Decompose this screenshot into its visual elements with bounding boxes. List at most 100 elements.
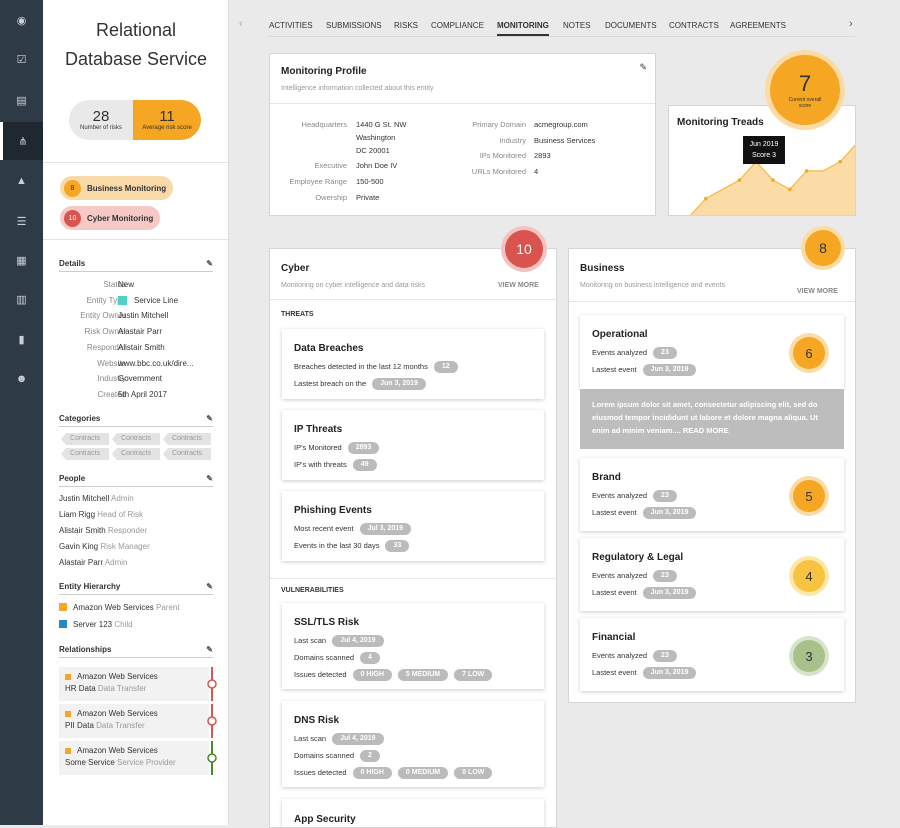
monitoring-treads-card: Monitoring Treads Jun 2019 Score 3 — [668, 105, 856, 216]
chevron-right-icon[interactable]: › — [849, 18, 853, 30]
category-chip[interactable]: Contracts — [61, 433, 109, 445]
relationship-arrow-icon — [207, 704, 217, 738]
chart-icon[interactable]: ▮ — [0, 320, 43, 358]
category-chip[interactable]: Contracts — [112, 433, 160, 445]
trend-point[interactable] — [838, 159, 842, 164]
risk-score-summary: 28 Number of risks 11 Average risk score — [69, 100, 201, 140]
person-item[interactable]: Alastair Parr Admin — [59, 558, 127, 567]
tab-agreements[interactable]: AGREEMENTS — [730, 21, 786, 30]
app-security-panel[interactable]: App Security — [282, 799, 544, 827]
card-title: Cyber — [281, 263, 310, 274]
person-item[interactable]: Justin Mitchell Admin — [59, 494, 134, 503]
issue-badge: 0 HIGH — [352, 767, 392, 779]
trend-point[interactable] — [771, 178, 775, 182]
profile-label: IPs Monitored — [479, 151, 526, 160]
trend-point[interactable] — [804, 169, 809, 173]
profile-value: 1440 G St. NW — [356, 120, 407, 129]
person-item[interactable]: Liam Rigg Head of Risk — [59, 510, 143, 519]
vulnerability-panel[interactable]: DNS Risk Last scan Jul 4, 2019 Domains scan… — [282, 701, 544, 787]
issue-badge: 0 LOW — [454, 767, 493, 779]
tab-monitoring[interactable]: MONITORING — [497, 21, 549, 36]
detail-row: Entity Type Service Line — [86, 295, 179, 305]
table-icon[interactable]: ▥ — [0, 280, 43, 318]
vulnerability-panel[interactable]: SSL/TLS Risk Last scan Jul 4, 2019 Domains … — [282, 603, 544, 689]
business-item-panel[interactable]: Operational Events analyzed 23 Lastest even… — [580, 315, 844, 389]
nav-rail: ◉ ☑ ▤ ⋔ ▲ ☰ ▦ ▥ ▮ ☻ — [0, 0, 43, 825]
business-item-panel[interactable]: Financial Events analyzed 23 Lastest event J… — [580, 618, 844, 691]
trend-point[interactable] — [704, 196, 708, 201]
view-more-link[interactable]: VIEW MORE — [498, 282, 539, 289]
value-badge: Jun 3, 2019 — [642, 587, 697, 599]
relationships-header: Relationships ✎ — [59, 645, 213, 658]
trend-point[interactable] — [788, 187, 792, 192]
tab-submissions[interactable]: SUBMISSIONS — [326, 21, 382, 30]
category-chip[interactable]: Contracts — [112, 448, 160, 460]
read-more-link[interactable]: READ MORE — [683, 426, 729, 435]
check-icon[interactable]: ☑ — [0, 40, 43, 78]
warning-icon[interactable]: ▲ — [0, 162, 43, 200]
list-icon[interactable]: ☰ — [0, 202, 43, 240]
value-badge: 23 — [653, 650, 677, 662]
detail-row: Created 5th April 2017 — [97, 389, 167, 399]
tab-risks[interactable]: RISKS — [394, 21, 418, 30]
document-icon[interactable]: ▤ — [0, 81, 43, 119]
entity-type-swatch — [118, 295, 127, 305]
edit-icon[interactable]: ✎ — [206, 259, 213, 268]
value-badge: 2 — [360, 750, 380, 762]
detail-row: Entity Owner Justin Mitchell — [80, 311, 169, 321]
users-icon[interactable]: ☻ — [0, 360, 43, 398]
profile-label: Headquarters — [301, 120, 347, 129]
tab-notes[interactable]: NOTES — [563, 21, 591, 30]
cyber-score-circle: 10 — [505, 230, 543, 268]
threat-panel[interactable]: IP Threats IP's Monitored 2893 IP's with th… — [282, 410, 544, 480]
tab-compliance[interactable]: COMPLIANCE — [431, 21, 484, 30]
relationship-item[interactable]: Amazon Web Services HR Data Data Transfer — [59, 667, 209, 701]
issue-badge: 0 MEDIUM — [397, 767, 449, 779]
value-badge: 33 — [385, 540, 410, 552]
category-chip[interactable]: Contracts — [163, 448, 211, 460]
business-monitoring-pill[interactable]: 8 Business Monitoring — [60, 176, 173, 200]
detail-row: Industry Government — [97, 374, 163, 384]
calendar-icon[interactable]: ▦ — [0, 241, 43, 279]
issue-badge: 5 MEDIUM — [397, 669, 449, 681]
business-score-circle: 8 — [805, 230, 841, 266]
detail-row: Status New — [103, 280, 135, 289]
tab-documents[interactable]: DOCUMENTS — [605, 21, 657, 30]
tab-contracts[interactable]: CONTRACTS — [669, 21, 719, 30]
trend-point[interactable] — [737, 178, 742, 182]
profile-label: Industry — [499, 135, 526, 145]
hierarchy-item[interactable]: Server 123 Child — [59, 620, 133, 629]
edit-icon[interactable]: ✎ — [206, 474, 213, 483]
profile-label: Owership — [315, 193, 347, 202]
profile-label: Primary Domain — [472, 120, 526, 129]
profile-label: URLs Monitored — [471, 166, 526, 176]
relationship-item[interactable]: Amazon Web Services PII Data Data Transfe… — [59, 704, 209, 738]
threat-panel[interactable]: Data Breaches Breaches detected in the la… — [282, 329, 544, 399]
threat-panel[interactable]: Phishing Events Most recent event Jul 3, 2… — [282, 491, 544, 561]
cyber-card: Cyber Monitoring on cyber intelligence a… — [269, 248, 557, 828]
person-item[interactable]: Alistair Smith Responder — [59, 526, 147, 535]
business-item-panel[interactable]: Brand Events analyzed 23 Lastest event Jun 3… — [580, 458, 844, 531]
category-chip[interactable]: Contracts — [61, 448, 109, 460]
cyber-monitoring-pill[interactable]: 10 Cyber Monitoring — [60, 206, 160, 230]
category-chip[interactable]: Contracts — [163, 433, 211, 445]
tab-activities[interactable]: ACTIVITIES — [269, 21, 313, 30]
edit-icon[interactable]: ✎ — [639, 62, 647, 73]
value-badge: 23 — [653, 570, 677, 582]
card-title: Monitoring Profile — [281, 66, 367, 77]
edit-icon[interactable]: ✎ — [206, 582, 213, 591]
business-item-panel[interactable]: Regulatory & Legal Events analyzed 23 Laste… — [580, 538, 844, 611]
hierarchy-item[interactable]: Amazon Web Services Parent — [59, 603, 180, 612]
edit-icon[interactable]: ✎ — [206, 645, 213, 654]
details-header: Details ✎ — [59, 259, 213, 272]
chevron-left-icon[interactable]: ‹ — [239, 18, 243, 30]
details-list: Status New Entity Type Service Line Entity O… — [59, 277, 219, 407]
person-item[interactable]: Gavin King Risk Manager — [59, 542, 150, 551]
dashboard-icon[interactable]: ◉ — [0, 1, 43, 39]
edit-icon[interactable]: ✎ — [206, 414, 213, 423]
relationship-arrow-icon — [207, 741, 217, 775]
hierarchy-icon[interactable]: ⋔ — [0, 122, 43, 160]
relationship-item[interactable]: Amazon Web Services Some Service Service … — [59, 741, 209, 775]
risks-count: 28 — [92, 108, 110, 125]
view-more-link[interactable]: VIEW MORE — [797, 288, 838, 295]
